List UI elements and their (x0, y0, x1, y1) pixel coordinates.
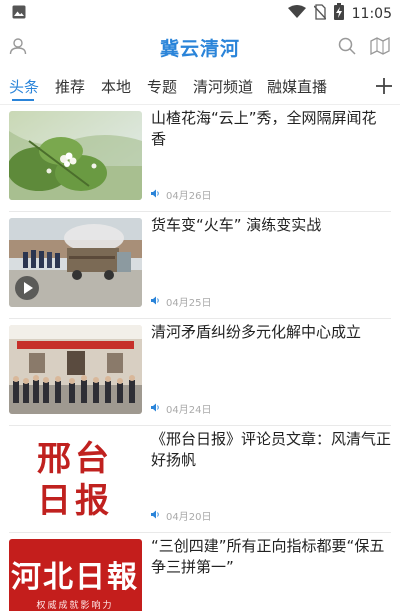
tab-qinghe-channel[interactable]: 清河频道 (193, 76, 253, 97)
svg-text:日报: 日报 (37, 481, 113, 521)
news-date: 04月26日 (166, 190, 212, 202)
battery-charging-icon (333, 3, 344, 25)
news-title[interactable]: 《邢台日报》评论员文章：风清气正好扬帆 (151, 429, 391, 471)
svg-text:权威成就影响力: 权威成就影响力 (36, 599, 113, 611)
map-icon[interactable] (370, 36, 390, 60)
audio-icon (151, 292, 160, 310)
truck-fire-drill-thumbnail (9, 218, 142, 307)
status-bar: 11:05 (0, 0, 400, 24)
no-sim-icon (313, 3, 327, 25)
hawthorn-flower-thumbnail (9, 111, 142, 200)
news-item[interactable]: 邢台 日报 《邢台日报》评论员文章：风清气正好扬帆 04月20日 (0, 426, 400, 533)
tab-local[interactable]: 本地 (101, 76, 131, 97)
app-header: 冀云清河 (0, 24, 400, 68)
news-title[interactable]: 清河矛盾纠纷多元化解中心成立 (151, 322, 391, 343)
active-tab-indicator (12, 99, 34, 101)
play-icon[interactable] (15, 276, 39, 300)
channel-tabs: 头条 推荐 本地 专题 清河频道 融媒直播 (0, 72, 400, 104)
tab-topics[interactable]: 专题 (147, 76, 177, 97)
image-icon (12, 5, 26, 24)
news-title[interactable]: 货车变“火车” 演练变实战 (151, 215, 391, 236)
news-date: 04月25日 (166, 297, 212, 309)
tab-headlines[interactable]: 头条 (9, 76, 39, 97)
news-item[interactable]: 河北日報 权威成就影响力 “三创四建”所有正向指标都要“保五争三拼第一” (0, 533, 400, 611)
news-date: 04月24日 (166, 404, 212, 416)
audio-icon (151, 399, 160, 417)
status-time: 11:05 (351, 6, 392, 22)
xingtai-daily-logo: 邢台 日报 (9, 432, 142, 521)
svg-text:邢台: 邢台 (37, 439, 113, 479)
news-item[interactable]: 清河矛盾纠纷多元化解中心成立 04月24日 (0, 319, 400, 426)
ceremony-crowd-thumbnail (9, 325, 142, 414)
audio-icon (151, 185, 160, 203)
news-item[interactable]: 货车变“火车” 演练变实战 04月25日 (0, 212, 400, 319)
news-date: 04月20日 (166, 511, 212, 523)
news-item[interactable]: 山楂花海“云上”秀，全网隔屏闻花香 04月26日 (0, 105, 400, 212)
hebei-daily-logo: 河北日報 权威成就影响力 (9, 539, 142, 611)
svg-text:河北日報: 河北日報 (11, 560, 139, 595)
news-title[interactable]: “三创四建”所有正向指标都要“保五争三拼第一” (151, 536, 391, 578)
news-title[interactable]: 山楂花海“云上”秀，全网隔屏闻花香 (151, 108, 391, 150)
plus-icon[interactable] (374, 76, 394, 101)
search-icon[interactable] (338, 37, 356, 60)
tab-live[interactable]: 融媒直播 (267, 76, 327, 97)
audio-icon (151, 506, 160, 524)
wifi-icon (287, 4, 306, 24)
tab-recommend[interactable]: 推荐 (55, 76, 85, 97)
